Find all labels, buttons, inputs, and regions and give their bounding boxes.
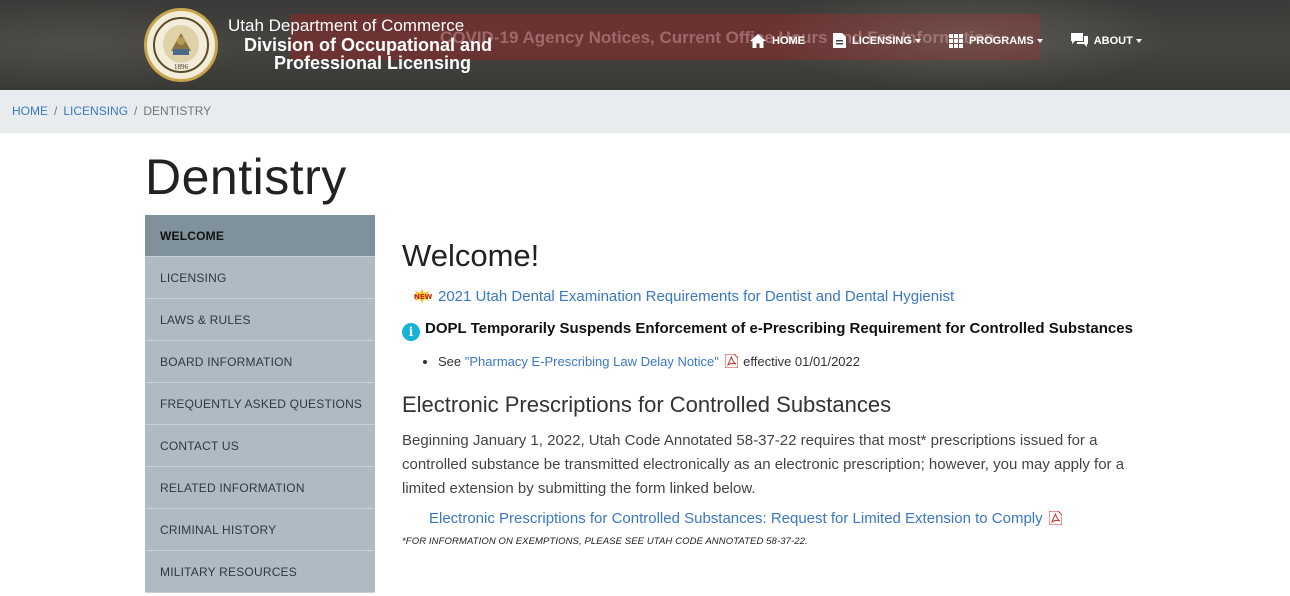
main-nav: HOME LICENSING PROGRAMS ABOUT [750,33,1170,48]
nav-programs-label: PROGRAMS [968,34,1034,47]
extension-link-row: Electronic Prescriptions for Controlled … [429,510,1142,527]
section-heading: Electronic Prescriptions for Controlled … [402,392,892,417]
svg-text:NEW: NEW [414,293,432,301]
page-title: Dentistry [145,149,347,205]
sidebar-item-military-resources[interactable]: MILITARY RESOURCES [145,551,375,593]
limited-extension-request-link[interactable]: Electronic Prescriptions for Controlled … [429,510,1043,527]
bullet-prefix: See [438,354,465,369]
sidebar-item-criminal-history[interactable]: CRIMINAL HISTORY [145,509,375,551]
breadcrumb: HOME / LICENSING / DENTISTRY [12,104,211,118]
breadcrumb-separator: / [54,104,58,118]
site-branding[interactable]: Utah Department of Commerce Division of … [228,16,492,72]
sidebar-item-contact-us[interactable]: CONTACT US [145,425,375,467]
breadcrumb-separator: / [134,104,138,118]
info-heading: DOPL Temporarily Suspends Enforcement of… [425,320,1133,337]
breadcrumb-bar: HOME / LICENSING / DENTISTRY [0,90,1290,133]
seal-emblem [163,25,199,63]
welcome-heading: Welcome! [402,238,540,273]
bullet-effective-date: effective 01/01/2022 [739,354,860,369]
nav-about[interactable]: ABOUT [1070,33,1142,48]
nav-about-label: ABOUT [1093,34,1133,47]
sidebar-nav: WELCOME LICENSING LAWS & RULES BOARD INF… [145,215,375,593]
document-icon [833,33,846,48]
new-icon: NEW [412,289,433,303]
sidebar-item-board-information[interactable]: BOARD INFORMATION [145,341,375,383]
division-name-line2: Professional Licensing [274,53,472,73]
info-announcement: i DOPL Temporarily Suspends Enforcement o… [402,317,1142,341]
nav-home-label: HOME [772,34,805,47]
sidebar-item-related-information[interactable]: RELATED INFORMATION [145,467,375,509]
department-name: Utah Department of Commerce [228,16,465,35]
new-announcement: NEW 2021 Utah Dental Examination Require… [412,284,1142,308]
sidebar-item-licensing[interactable]: LICENSING [145,257,375,299]
info-icon: i [402,323,420,341]
chevron-down-icon [1036,38,1043,43]
breadcrumb-licensing[interactable]: LICENSING [63,104,128,118]
state-seal-logo[interactable]: 1896 [144,8,218,82]
section-paragraph: Beginning January 1, 2022, Utah Code Ann… [402,432,1125,497]
exemptions-footnote: *FOR INFORMATION ON EXEMPTIONS, PLEASE S… [402,536,808,547]
nav-licensing[interactable]: LICENSING [833,33,921,48]
site-header: COVID-19 Agency Notices, Current Office … [0,0,1290,90]
grid-icon [948,33,963,48]
list-item: See "Pharmacy E-Prescribing Law Delay No… [438,352,1142,372]
home-icon [750,33,766,48]
header-background [0,0,260,90]
breadcrumb-current: DENTISTRY [143,104,212,118]
dental-exam-requirements-link[interactable]: 2021 Utah Dental Examination Requirement… [438,288,954,305]
sidebar-item-welcome[interactable]: WELCOME [145,215,375,257]
chevron-down-icon [914,38,921,43]
breadcrumb-home[interactable]: HOME [12,104,48,118]
notice-list: See "Pharmacy E-Prescribing Law Delay No… [438,352,1142,372]
pdf-icon [1048,510,1063,526]
chat-icon [1070,33,1088,47]
sidebar-item-faq[interactable]: FREQUENTLY ASKED QUESTIONS [145,383,375,425]
nav-home[interactable]: HOME [750,33,805,48]
e-prescribing-delay-notice-link[interactable]: "Pharmacy E-Prescribing Law Delay Notice… [465,354,719,369]
sidebar-item-laws-rules[interactable]: LAWS & RULES [145,299,375,341]
main-content: Welcome! NEW 2021 Utah Dental Examinatio… [402,238,1142,547]
nav-programs[interactable]: PROGRAMS [948,33,1043,48]
division-name-line1: Division of Occupational and [244,35,493,55]
pdf-icon [724,353,739,369]
chevron-down-icon [1135,38,1142,43]
seal-year: 1896 [174,63,188,71]
nav-licensing-label: LICENSING [852,34,912,47]
